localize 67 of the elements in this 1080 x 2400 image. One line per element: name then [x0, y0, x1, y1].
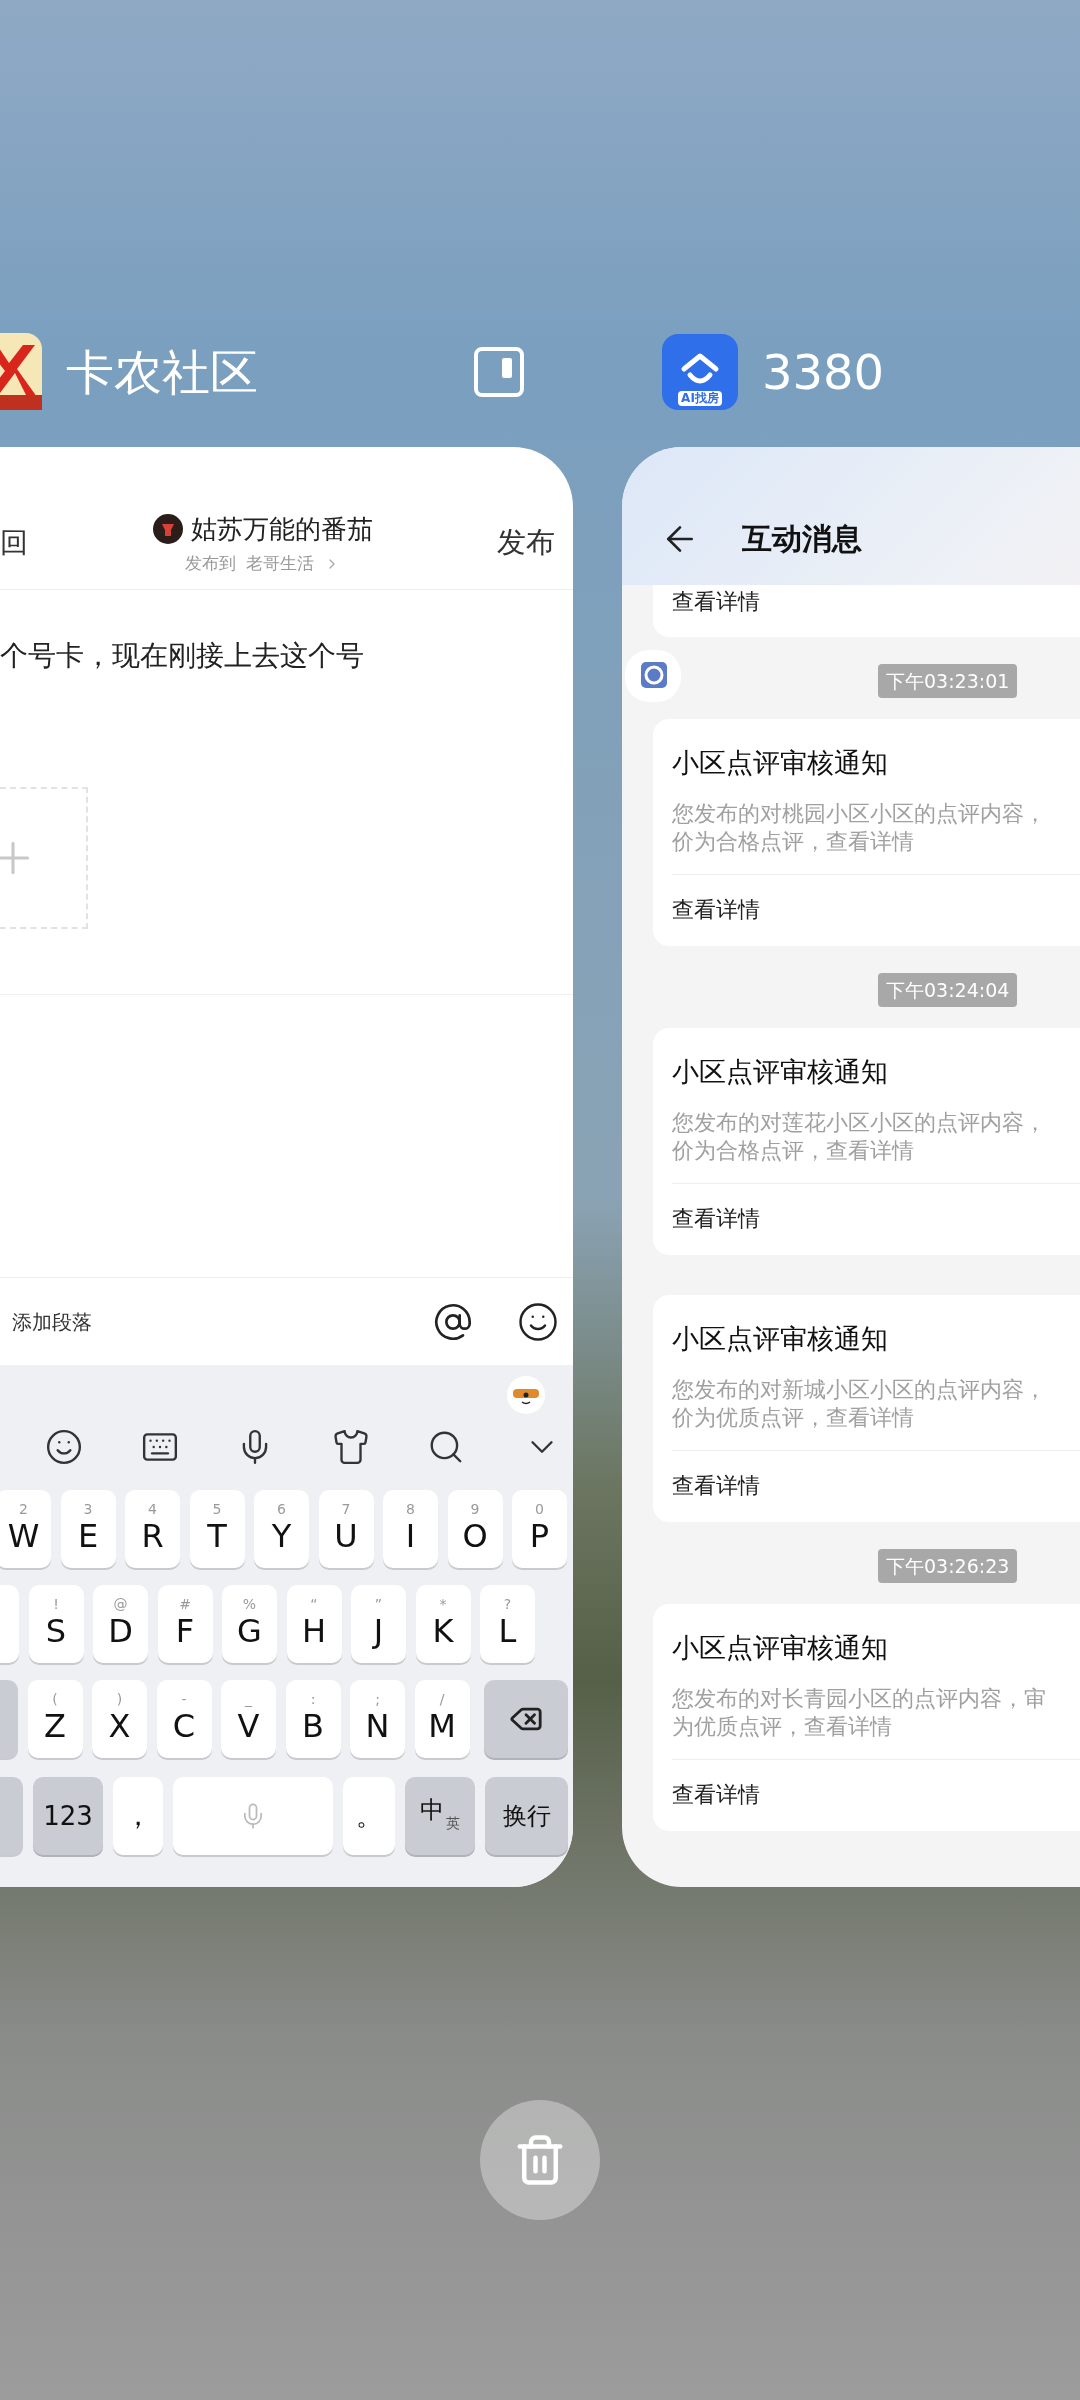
notification-text: 您发布的对长青园小区的点评内容，审 为优质点评，查看详情: [672, 1684, 1047, 1741]
notification-card[interactable]: 小区点评审核通知 您发布的对桃园小区小区的点评内容， 价为合格点评，查看详情 查看详情: [653, 719, 1080, 946]
keyboard-key[interactable]: * K: [415, 1585, 471, 1663]
view-details-link[interactable]: 查看详情: [672, 585, 760, 618]
app-title: 3380: [762, 342, 885, 402]
keyboard-key[interactable]: # F: [157, 1585, 213, 1663]
avatar-icon: [152, 514, 183, 545]
emoji-icon[interactable]: [517, 1300, 559, 1343]
notification-title: 小区点评审核通知: [672, 746, 889, 780]
enter-key[interactable]: 换行: [485, 1777, 568, 1855]
page-title: 互动消息: [742, 520, 862, 558]
keyboard-key[interactable]: ? L: [480, 1585, 535, 1663]
notification-title: 小区点评审核通知: [672, 1631, 889, 1665]
number-key[interactable]: 123: [33, 1777, 103, 1855]
shirt-icon[interactable]: [331, 1428, 370, 1466]
view-details-link[interactable]: 查看详情: [672, 1201, 1080, 1235]
notification-text: 您发布的对桃园小区小区的点评内容， 价为合格点评，查看详情: [672, 799, 1047, 856]
keyboard-key[interactable]: ! S: [28, 1585, 84, 1663]
emoji-icon[interactable]: [45, 1428, 83, 1466]
notification-card[interactable]: 小区点评审核通知 您发布的对新城小区小区的点评内容， 价为优质点评，查看详情 查看详情: [653, 1295, 1080, 1522]
keyboard-key[interactable]: 7 U: [318, 1490, 374, 1568]
timestamp: 下午03:26:23: [878, 1548, 1018, 1584]
keyboard-key[interactable]: “ H: [286, 1585, 342, 1663]
keyboard-key[interactable]: ; N: [350, 1680, 405, 1758]
keyboard-key[interactable]: % G: [222, 1585, 277, 1663]
keyboard-key[interactable]: 4 R: [125, 1490, 180, 1568]
author-name: 姑苏万能的番茄: [190, 512, 373, 546]
app-logo-icon[interactable]: AI找房: [662, 333, 738, 410]
keyboard-key[interactable]: 2 W: [0, 1490, 51, 1568]
keyboard-key[interactable]: : B: [285, 1680, 341, 1758]
timestamp: 下午03:24:04: [878, 972, 1018, 1008]
keyboard-key[interactable]: ) X: [92, 1680, 147, 1758]
keyboard-key[interactable]: @ D: [93, 1585, 148, 1663]
mascot-icon[interactable]: [506, 1375, 546, 1415]
keyboard-key[interactable]: / M: [414, 1680, 470, 1758]
mention-icon[interactable]: [433, 1301, 473, 1342]
comma-key[interactable]: ，: [113, 1777, 163, 1855]
notification-card[interactable]: 小区点评审核通知 您发布的对莲花小区小区的点评内容， 价为合格点评，查看详情 查看详情: [653, 1028, 1080, 1255]
keyboard-key[interactable]: ” J: [351, 1585, 406, 1663]
publish-button[interactable]: 发布: [497, 521, 555, 565]
keyboard-key[interactable]: - C: [156, 1680, 212, 1758]
view-details-link[interactable]: 查看详情: [672, 892, 1080, 926]
post-text: 个号卡，现在刚接上去这个号: [0, 638, 365, 674]
keyboard-key[interactable]: _ V: [221, 1680, 276, 1758]
keyboard-key[interactable]: 8 I: [383, 1490, 438, 1568]
keyboard-key[interactable]: 0 P: [512, 1490, 567, 1568]
back-button[interactable]: 回: [0, 522, 28, 564]
keyboard-key[interactable]: 6 Y: [254, 1490, 309, 1568]
notification-title: 小区点评审核通知: [672, 1322, 889, 1356]
notification-card[interactable]: 小区点评审核通知 您发布的对长青园小区的点评内容，审 为优质点评，查看详情 查看详情: [653, 1604, 1080, 1831]
keyboard-key[interactable]: 3 E: [60, 1490, 116, 1568]
keyboard-key[interactable]: 5 T: [189, 1490, 245, 1568]
view-details-link[interactable]: 查看详情: [672, 1777, 1080, 1811]
notification-title: 小区点评审核通知: [672, 1055, 889, 1089]
view-details-link[interactable]: 查看详情: [672, 1468, 1080, 1502]
period-key[interactable]: 。: [343, 1777, 395, 1855]
timestamp: 下午03:23:01: [878, 663, 1018, 699]
floating-app-icon[interactable]: [625, 650, 681, 702]
split-screen-icon[interactable]: [473, 345, 525, 398]
add-paragraph-button[interactable]: 添加段落: [12, 1306, 92, 1337]
app-title: 卡农社区: [66, 342, 258, 402]
keyboard-key[interactable]: ( Z: [27, 1680, 83, 1758]
keyboard-key[interactable]: 9 O: [447, 1490, 503, 1568]
backspace-key[interactable]: [484, 1680, 568, 1758]
publish-target-label: 发布到: [185, 551, 236, 575]
notification-text: 您发布的对莲花小区小区的点评内容， 价为合格点评，查看详情: [672, 1108, 1047, 1165]
notification-text: 您发布的对新城小区小区的点评内容， 价为优质点评，查看详情: [672, 1375, 1047, 1432]
